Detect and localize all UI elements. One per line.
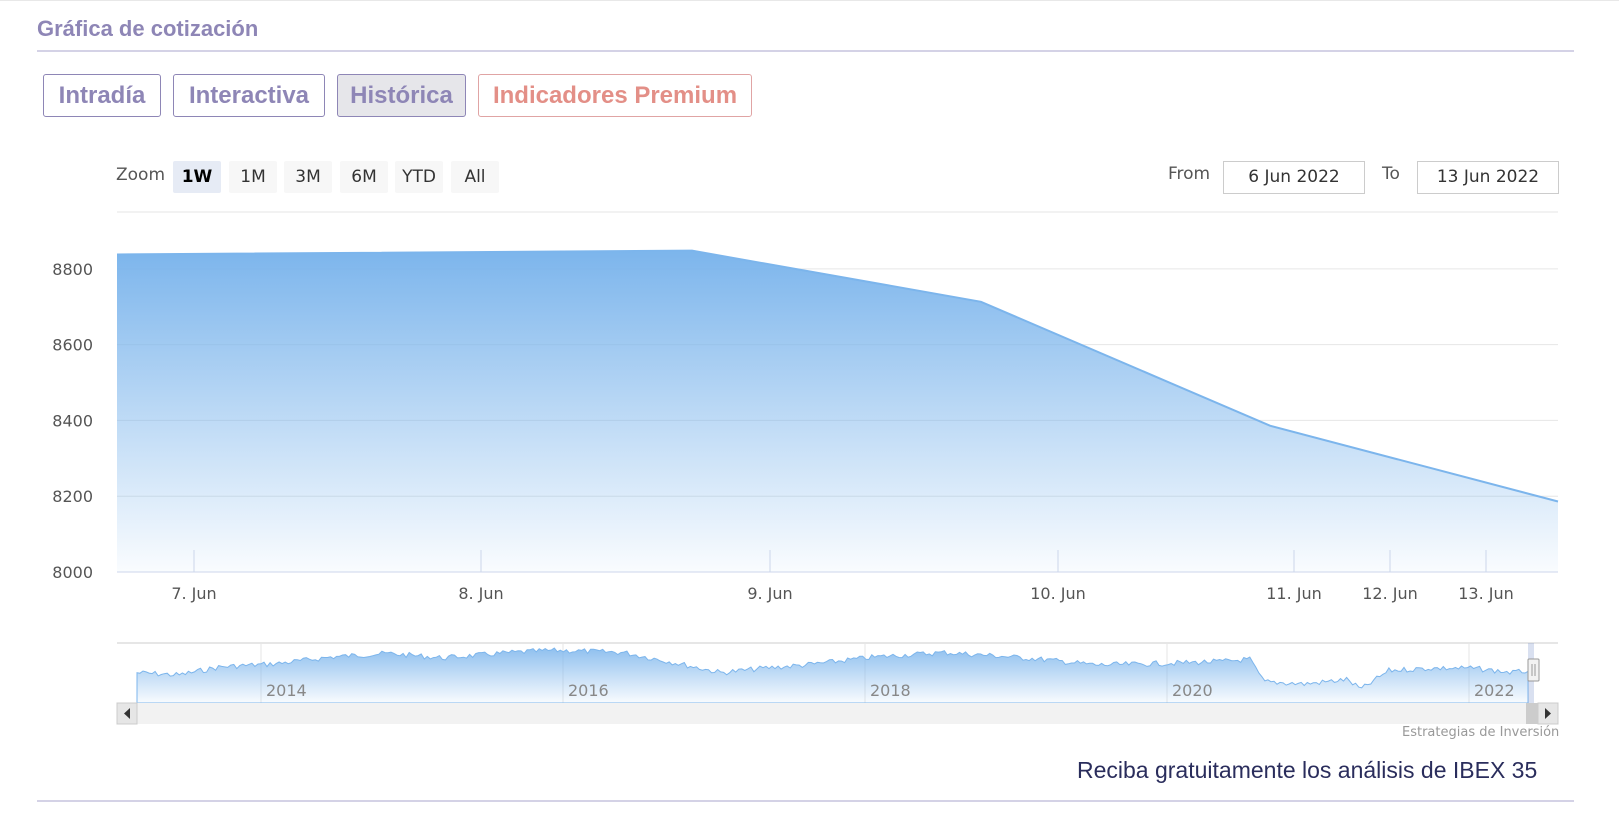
x-tick-label: 13. Jun <box>1458 584 1514 603</box>
navigator-year-label: 2014 <box>266 681 307 700</box>
price-chart: 8000 8200 8400 8600 8800 7. Jun 8. Jun 9. Jun 1… <box>52 211 1559 725</box>
chart-credit[interactable]: Estrategias de Inversión <box>1402 725 1559 740</box>
x-tick-label: 11. Jun <box>1266 584 1322 603</box>
x-tick-label: 8. Jun <box>458 584 503 603</box>
navigator-series <box>136 647 1529 704</box>
x-tick-label: 12. Jun <box>1362 584 1418 603</box>
x-tick-label: 9. Jun <box>747 584 792 603</box>
navigator-year-label: 2018 <box>870 681 911 700</box>
y-tick-label: 8000 <box>52 563 93 582</box>
y-tick-label: 8400 <box>52 411 93 430</box>
scrollbar-track[interactable] <box>117 703 1558 724</box>
x-tick-label: 10. Jun <box>1030 584 1086 603</box>
navigator-year-label: 2020 <box>1172 681 1213 700</box>
navigator-year-label: 2016 <box>568 681 609 700</box>
y-tick-label: 8200 <box>52 487 93 506</box>
navigator-year-label: 2022 <box>1474 681 1515 700</box>
navigator-handle[interactable] <box>1527 658 1540 682</box>
scrollbar[interactable] <box>116 702 1559 725</box>
x-tick-label: 7. Jun <box>171 584 216 603</box>
series-area <box>117 250 1558 572</box>
bottom-divider <box>37 800 1574 802</box>
newsletter-link[interactable]: Reciba gratuitamente los análisis de IBE… <box>1077 757 1537 784</box>
scrollbar-thumb[interactable] <box>1526 703 1538 724</box>
navigator[interactable]: 2014 2016 2018 2020 2022 <box>117 642 1558 704</box>
y-tick-label: 8600 <box>52 336 93 355</box>
y-tick-label: 8800 <box>52 260 93 279</box>
